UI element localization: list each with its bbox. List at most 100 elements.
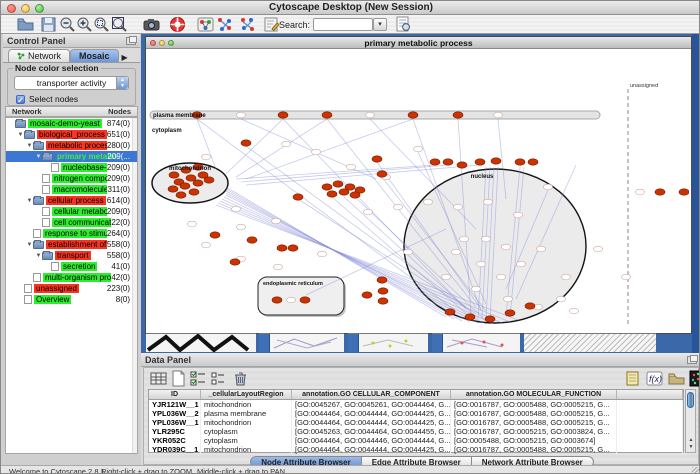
network-modify-icon[interactable]: [197, 16, 214, 33]
table-cell[interactable]: [GO:0016787, GO:0005488, GO:0005215, G..…: [451, 400, 617, 409]
network-node-unhighlighted[interactable]: [562, 274, 571, 280]
network-node-highlighted[interactable]: [186, 175, 196, 181]
network-node-unhighlighted[interactable]: [622, 274, 631, 280]
table-row[interactable]: YPL036W__1mitochondrion[GO:0044464, GO:0…: [149, 418, 683, 427]
table-cell[interactable]: [GO:0044464, GO:0044446, GO:0044444, G..…: [292, 436, 451, 445]
network-node-highlighted[interactable]: [362, 292, 372, 298]
network-node-unhighlighted[interactable]: [544, 184, 553, 190]
table-cell[interactable]: mitochondrion: [201, 400, 292, 409]
network-view-frame[interactable]: primary metabolic process plasma membran…: [145, 36, 692, 334]
close-button[interactable]: [7, 4, 16, 13]
delete-attributes-icon[interactable]: [232, 370, 249, 387]
network-node-unhighlighted[interactable]: [537, 246, 546, 252]
network-node-highlighted[interactable]: [430, 159, 440, 165]
search-dropdown-arrow[interactable]: ▾: [373, 18, 387, 31]
network-node-highlighted[interactable]: [278, 112, 288, 118]
network-node-unhighlighted[interactable]: [364, 209, 373, 215]
tab-network[interactable]: Network: [8, 49, 70, 62]
background-window-fragment[interactable]: [432, 333, 520, 352]
table-cell[interactable]: YLR295C: [149, 427, 201, 436]
network-node-unhighlighted[interactable]: [318, 251, 327, 257]
table-cell[interactable]: [GO:0044464, GO:0044444, GO:0044425, G..…: [292, 409, 451, 418]
expander-icon[interactable]: ▼: [26, 143, 33, 149]
network-node-highlighted[interactable]: [169, 172, 179, 178]
attribute-table-header[interactable]: ID _cellularLayoutRegion annotation.GO C…: [149, 390, 683, 400]
network-node-highlighted[interactable]: [525, 303, 535, 309]
network-node-unhighlighted[interactable]: [514, 212, 523, 218]
table-cell[interactable]: YPL036W__2: [149, 409, 201, 418]
network-node-unhighlighted[interactable]: [232, 206, 241, 212]
tree-row[interactable]: secretion41(0): [6, 261, 137, 272]
network-node-highlighted[interactable]: [180, 183, 190, 189]
network-node-highlighted[interactable]: [377, 171, 387, 177]
col-molecular-function[interactable]: annotation.GO MOLECULAR_FUNCTION: [451, 390, 617, 399]
annotation-icon[interactable]: [263, 16, 280, 33]
table-vertical-scrollbar[interactable]: ▲▼: [685, 389, 696, 453]
table-cell[interactable]: [GO:0044464, GO:0044444, GO:0044425, G..…: [292, 418, 451, 427]
save-session-icon[interactable]: [40, 16, 57, 33]
select-nodes-checkbox[interactable]: ✓: [16, 95, 25, 104]
background-window-fragment[interactable]: [146, 333, 256, 352]
network-node-highlighted[interactable]: [210, 232, 220, 238]
network-node-highlighted[interactable]: [655, 189, 665, 195]
tree-row[interactable]: Overview8(0): [6, 294, 137, 305]
network-node-highlighted[interactable]: [408, 112, 418, 118]
network-node-unhighlighted[interactable]: [570, 308, 579, 314]
network-node-unhighlighted[interactable]: [484, 199, 493, 205]
zoom-selected-icon[interactable]: [93, 16, 110, 33]
advanced-search-icon[interactable]: [395, 16, 412, 33]
network-node-highlighted[interactable]: [679, 189, 689, 195]
network-node-unhighlighted[interactable]: [454, 204, 463, 210]
table-cell[interactable]: [GO:0045263, GO:0044464, GO:0044455, G..…: [292, 427, 451, 436]
matrix-icon[interactable]: [689, 370, 700, 387]
network-node-unhighlighted[interactable]: [274, 264, 283, 270]
table-row[interactable]: YLR295Ccytoplasm[GO:0045263, GO:0044464,…: [149, 427, 683, 436]
help-icon[interactable]: [169, 16, 186, 33]
tree-row[interactable]: ▼cellular process614(0): [6, 195, 137, 206]
network-node-unhighlighted[interactable]: [477, 261, 486, 267]
more-tabs-arrow-icon[interactable]: ▶: [122, 53, 128, 62]
table-cell[interactable]: [GO:0044464, GO:0044444, GO:0044425, G..…: [292, 445, 451, 454]
network-node-highlighted[interactable]: [247, 237, 257, 243]
zoom-fit-icon[interactable]: [111, 16, 128, 33]
network-node-unhighlighted[interactable]: [517, 261, 526, 267]
select-attributes-icon[interactable]: [190, 370, 207, 387]
expander-icon[interactable]: ▼: [17, 132, 24, 138]
network-node-highlighted[interactable]: [491, 158, 501, 164]
network-node-highlighted[interactable]: [350, 192, 360, 198]
network-node-unhighlighted[interactable]: [594, 246, 603, 252]
table-cell[interactable]: cytoplasm: [201, 436, 292, 445]
network-node-highlighted[interactable]: [288, 245, 298, 251]
tree-row[interactable]: mosaic-demo-yeast874(0): [6, 118, 137, 129]
table-cell[interactable]: plasma membrane: [201, 409, 292, 418]
network-node-unhighlighted[interactable]: [460, 236, 469, 242]
network-node-unhighlighted[interactable]: [414, 146, 423, 152]
network-node-highlighted[interactable]: [300, 297, 310, 303]
zoom-window-button[interactable]: [35, 4, 44, 13]
zoom-out-icon[interactable]: [59, 16, 76, 33]
tree-row[interactable]: cell communicat22(0): [6, 217, 137, 228]
network-node-highlighted[interactable]: [277, 245, 287, 251]
network-node-highlighted[interactable]: [230, 259, 240, 265]
table-cell[interactable]: [GO:0016787, GO:0005488, GO:0005215, G..…: [451, 409, 617, 418]
network-node-highlighted[interactable]: [193, 180, 203, 186]
network-node-highlighted[interactable]: [339, 189, 349, 195]
network-node-highlighted[interactable]: [272, 297, 282, 303]
tree-row[interactable]: ▼establishment of lo558(0): [6, 239, 137, 250]
frame-zoom-button[interactable]: [168, 40, 174, 46]
window-titlebar[interactable]: Cytoscape Desktop (New Session): [1, 1, 700, 15]
minimize-button[interactable]: [21, 4, 30, 13]
network-node-unhighlighted[interactable]: [452, 249, 461, 255]
expander-icon[interactable]: ▼: [26, 198, 33, 204]
network-node-highlighted[interactable]: [457, 162, 467, 168]
network-node-unhighlighted[interactable]: [202, 154, 211, 160]
float-panel-icon[interactable]: [126, 37, 136, 45]
network-node-highlighted[interactable]: [445, 309, 455, 315]
tree-row[interactable]: nitrogen compo209(0): [6, 173, 137, 184]
tree-row[interactable]: ▼transport558(0): [6, 250, 137, 261]
tab-mosaic[interactable]: Mosaic: [70, 49, 119, 62]
network-node-unhighlighted[interactable]: [502, 244, 511, 250]
table-row[interactable]: YDR039C__1mitochondrion[GO:0044464, GO:0…: [149, 445, 683, 454]
network-node-unhighlighted[interactable]: [497, 274, 506, 280]
function-builder-icon[interactable]: f(x): [646, 370, 663, 387]
